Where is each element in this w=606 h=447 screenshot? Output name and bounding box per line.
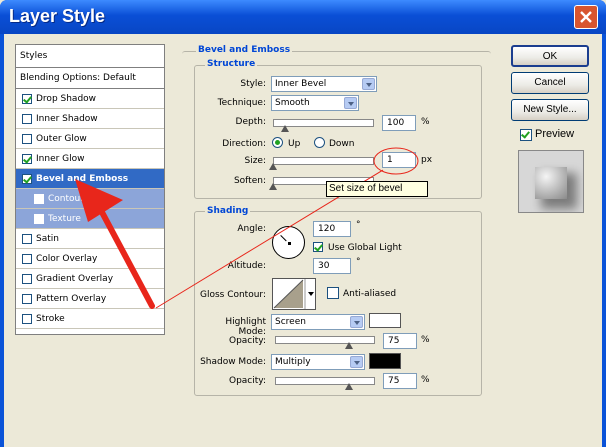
annotation-arrow-shaft — [93, 198, 155, 309]
annotation-circle — [373, 147, 419, 175]
annotation-overlay — [75, 147, 419, 309]
annotation-arrowhead — [75, 179, 123, 222]
size-tooltip: Set size of bevel — [326, 181, 428, 197]
